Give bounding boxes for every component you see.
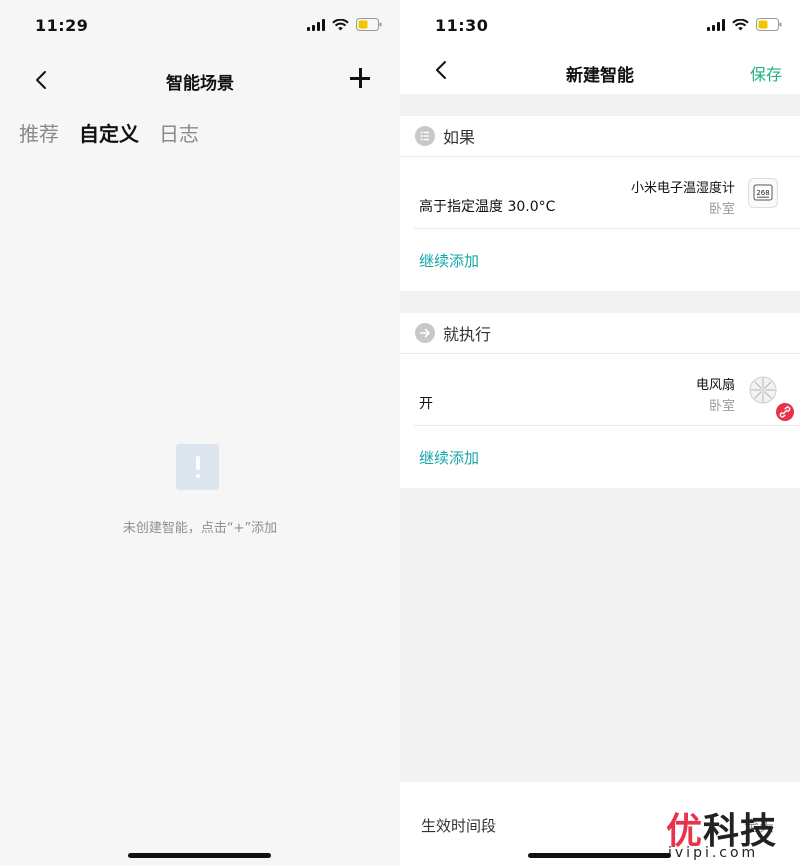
divider [400, 156, 800, 157]
tab-log[interactable]: 日志 [159, 118, 199, 147]
thermometer-hygrometer-icon: 268 [748, 178, 778, 208]
then-section-header: 就执行 [400, 313, 800, 353]
device-room: 卧室 [708, 399, 735, 414]
scene-tabs: 推荐 自定义 日志 [19, 118, 199, 147]
if-section-header: 如果 [400, 116, 800, 156]
fan-icon [748, 375, 778, 405]
if-label: 如果 [443, 128, 476, 147]
then-section: 就执行 开 电风扇 卧室 继续添加 [400, 313, 800, 488]
device-room: 卧室 [708, 202, 735, 217]
divider [414, 425, 800, 426]
then-label: 就执行 [443, 325, 492, 344]
wifi-icon [732, 18, 749, 31]
condition-text: 高于指定温度 30.0°C [419, 199, 556, 215]
exclamation-icon [176, 444, 219, 490]
smart-scenes-screen: 11:29 智能场景 推荐 自定义 日志 未创建智能，点击“+”添加 [0, 0, 400, 866]
effective-period-label: 生效时间段 [421, 817, 497, 835]
new-smart-screen: 11:30 新建智能 保存 如果 高于指定温度 30.0°C 小米电子温湿度计 … [400, 0, 800, 866]
tab-recommended[interactable]: 推荐 [19, 118, 59, 147]
continue-add-condition-button[interactable]: 继续添加 [419, 250, 479, 271]
unlink-icon [776, 403, 794, 421]
navigation-bar: 新建智能 保存 [400, 50, 800, 94]
status-time: 11:29 [35, 16, 89, 35]
status-icons [307, 18, 382, 31]
device-name: 电风扇 [695, 378, 735, 393]
add-icon[interactable] [348, 66, 372, 90]
page-title: 新建智能 [566, 66, 634, 86]
action-text: 开 [419, 396, 433, 412]
status-bar: 11:29 [0, 0, 400, 50]
empty-state-text: 未创建智能，点击“+”添加 [122, 521, 278, 536]
cellular-signal-icon [707, 18, 725, 31]
battery-icon [756, 18, 782, 31]
status-icons [707, 18, 782, 31]
cellular-signal-icon [307, 18, 325, 31]
tab-custom[interactable]: 自定义 [79, 118, 139, 147]
divider [400, 353, 800, 354]
watermark-url: ivipi.com [668, 845, 759, 861]
arrow-right-icon [415, 323, 435, 343]
svg-text:268: 268 [756, 189, 769, 197]
status-bar: 11:30 [400, 0, 800, 50]
if-section: 如果 高于指定温度 30.0°C 小米电子温湿度计 卧室 268 继续添加 [400, 116, 800, 291]
page-title: 智能场景 [166, 74, 234, 94]
list-icon [415, 126, 435, 146]
battery-icon [356, 18, 382, 31]
status-time: 11:30 [435, 16, 489, 35]
continue-add-action-button[interactable]: 继续添加 [419, 447, 479, 468]
save-button[interactable]: 保存 [750, 61, 782, 85]
device-name: 小米电子温湿度计 [630, 181, 735, 196]
home-indicator [128, 853, 271, 858]
wifi-icon [332, 18, 349, 31]
navigation-bar: 智能场景 [0, 60, 400, 100]
divider [414, 228, 800, 229]
home-indicator [528, 853, 671, 858]
